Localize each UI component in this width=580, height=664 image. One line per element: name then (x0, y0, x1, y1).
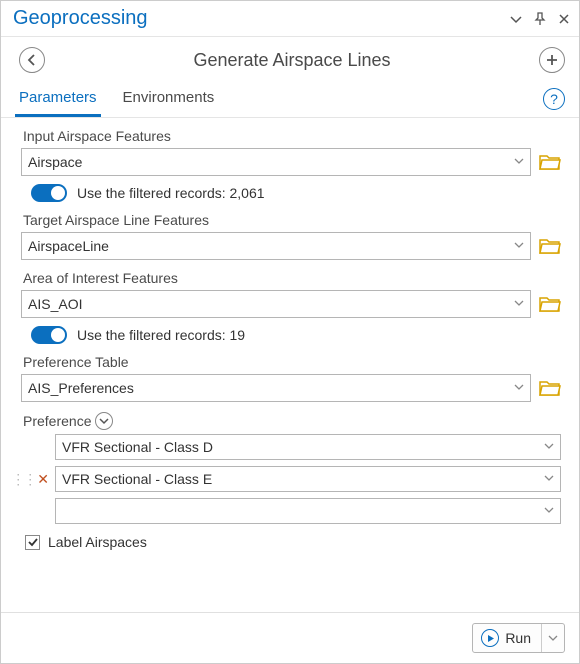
expand-preference-icon[interactable] (95, 412, 113, 430)
aoi-value: AIS_AOI (28, 296, 82, 312)
target-line-dropdown[interactable]: AirspaceLine (21, 232, 531, 260)
preference-row-0[interactable]: VFR Sectional - Class D (55, 434, 561, 460)
menu-icon[interactable] (509, 12, 523, 26)
drag-handle-icon[interactable]: ⋮⋮ (11, 471, 35, 488)
chevron-down-icon (514, 156, 524, 169)
input-airspace-filter-toggle[interactable] (31, 184, 67, 202)
aoi-filter-toggle[interactable] (31, 326, 67, 344)
tool-header: Generate Airspace Lines (1, 37, 579, 81)
back-button[interactable] (19, 47, 45, 73)
run-dropdown-icon[interactable] (541, 624, 564, 652)
preference-row-2[interactable] (55, 498, 561, 524)
chevron-down-icon (544, 505, 554, 518)
input-airspace-value: Airspace (28, 154, 82, 170)
browse-folder-icon[interactable] (539, 153, 561, 171)
play-icon (481, 629, 499, 647)
preference-row-1[interactable]: VFR Sectional - Class E (55, 466, 561, 492)
close-icon[interactable] (557, 12, 571, 26)
help-button[interactable]: ? (543, 88, 565, 110)
pref-table-value: AIS_Preferences (28, 380, 134, 396)
aoi-dropdown[interactable]: AIS_AOI (21, 290, 531, 318)
chevron-down-icon (514, 382, 524, 395)
preference-row-0-value: VFR Sectional - Class D (62, 439, 213, 455)
tool-title: Generate Airspace Lines (45, 50, 539, 71)
pane-title: Geoprocessing (13, 7, 509, 30)
chevron-down-icon (544, 441, 554, 454)
aoi-filter-text: Use the filtered records: 19 (77, 327, 245, 343)
chevron-down-icon (544, 473, 554, 486)
tab-parameters[interactable]: Parameters (15, 81, 101, 117)
run-label: Run (505, 630, 535, 646)
input-airspace-filter-text: Use the filtered records: 2,061 (77, 185, 265, 201)
tab-environments[interactable]: Environments (119, 81, 219, 117)
input-airspace-dropdown[interactable]: Airspace (21, 148, 531, 176)
preference-label-text: Preference (23, 413, 91, 429)
pin-icon[interactable] (533, 12, 547, 26)
browse-folder-icon[interactable] (539, 295, 561, 313)
pref-table-label: Preference Table (21, 354, 561, 370)
label-airspaces-label: Label Airspaces (48, 534, 147, 550)
preference-label: Preference (21, 412, 561, 430)
remove-row-icon[interactable]: ✕ (35, 471, 51, 488)
tab-row: Parameters Environments ? (1, 81, 579, 118)
preference-row-1-value: VFR Sectional - Class E (62, 471, 212, 487)
browse-folder-icon[interactable] (539, 379, 561, 397)
browse-folder-icon[interactable] (539, 237, 561, 255)
label-airspaces-checkbox[interactable] (25, 535, 40, 550)
target-line-value: AirspaceLine (28, 238, 109, 254)
input-airspace-label: Input Airspace Features (21, 128, 561, 144)
run-button[interactable]: Run (472, 623, 565, 653)
pref-table-dropdown[interactable]: AIS_Preferences (21, 374, 531, 402)
chevron-down-icon (514, 240, 524, 253)
add-button[interactable] (539, 47, 565, 73)
titlebar: Geoprocessing (1, 1, 579, 37)
parameters-body: Input Airspace Features Airspace Use the… (1, 118, 579, 612)
target-line-label: Target Airspace Line Features (21, 212, 561, 228)
footer: Run (1, 612, 579, 663)
chevron-down-icon (514, 298, 524, 311)
aoi-label: Area of Interest Features (21, 270, 561, 286)
